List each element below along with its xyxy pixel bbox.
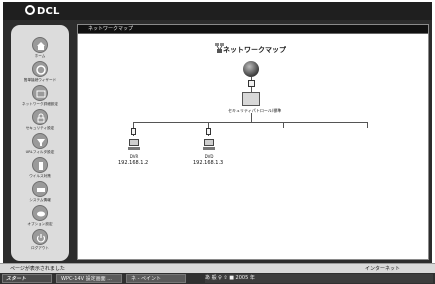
content-panel: ネットワークマップ ネットワークマップ セキュリティパトロール/標準 DVR 1 [77,24,429,260]
sidebar-item-label: システム情報 [29,197,51,202]
status-bar: ページが表示されました インターネット [0,263,435,273]
taskbar-item[interactable]: WPC-14V 設定画面 ... [56,274,122,283]
sidebar-item-info[interactable]: システム情報 [11,181,69,205]
router-label: セキュリティパトロール/標準 [228,108,282,113]
pc-device-icon[interactable] [203,139,215,151]
sidebar-item-label: オプション設定 [27,221,53,226]
app-logo: DCL [25,5,60,17]
map-title: ネットワークマップ [223,46,286,54]
panel-title: ネットワークマップ [78,25,428,34]
security-icon [32,109,48,125]
start-button[interactable]: スタート [2,274,52,283]
sidebar-item-label: ネットワーク詳細設定 [22,101,58,106]
device-ip: 192.168.1.2 [118,160,149,166]
sidebar-item-label: セキュリティ設定 [25,125,55,130]
logo-icon [25,5,35,15]
sidebar-item-label: ウイルス対策 [29,173,51,178]
sidebar-panel: ホーム 簡単接続ウィザード ネットワーク詳細設定 セキュリティ設定 URLフィル… [11,25,69,261]
filter-icon [32,133,48,149]
sidebar-item-wizard[interactable]: 簡単接続ウィザード [11,61,69,85]
router-device[interactable] [242,92,260,106]
wizard-icon [32,61,48,77]
lock-icon [131,128,136,135]
logo-text: DCL [37,6,60,17]
lock-icon [206,128,211,135]
sidebar-item-network[interactable]: ネットワーク詳細設定 [11,85,69,109]
sidebar-item-home[interactable]: ホーム [11,37,69,61]
branch-line [283,122,284,128]
network-bus-line [133,122,368,123]
branch-line [367,122,368,128]
taskbar: スタート WPC-14V 設定画面 ... ネ - ペイント あ 般 ♀ ⇧ ■… [0,273,435,284]
sidebar: ホーム 簡単接続ウィザード ネットワーク詳細設定 セキュリティ設定 URLフィル… [3,20,70,263]
info-icon [32,181,48,197]
device-name: DVR [129,154,139,159]
virus-icon [32,157,48,173]
browser-window: DCL ホーム 簡単接続ウィザード ネットワーク詳細設定 セキュリティ設定 UR… [0,0,435,284]
pc-device-icon[interactable] [128,139,140,151]
sidebar-item-filter[interactable]: URLフィルタ設定 [11,133,69,157]
options-icon [32,205,48,221]
sidebar-item-label: URLフィルタ設定 [25,149,55,154]
device-ip: 192.168.1.3 [193,160,224,166]
logout-icon [32,229,48,245]
main-area: ネットワークマップ ネットワークマップ セキュリティパトロール/標準 DVR 1 [70,20,432,263]
home-icon [32,37,48,53]
network-icon [32,85,48,101]
system-tray: あ 般 ♀ ⇧ ■ 2005 年 [205,274,433,283]
internet-globe-icon [243,61,259,77]
sidebar-item-virus[interactable]: ウイルス対策 [11,157,69,181]
device-name: DVD [204,154,214,159]
sidebar-item-options[interactable]: オプション設定 [11,205,69,229]
top-bar: DCL [3,2,432,20]
taskbar-item[interactable]: ネ - ペイント [126,274,186,283]
sidebar-item-logout[interactable]: ログアウト [11,229,69,253]
sidebar-item-label: 簡単接続ウィザード [23,77,57,82]
lock-icon [248,80,255,87]
sidebar-item-label: ホーム [34,53,46,58]
sidebar-item-security[interactable]: セキュリティ設定 [11,109,69,133]
sidebar-item-label: ログアウト [31,245,49,250]
